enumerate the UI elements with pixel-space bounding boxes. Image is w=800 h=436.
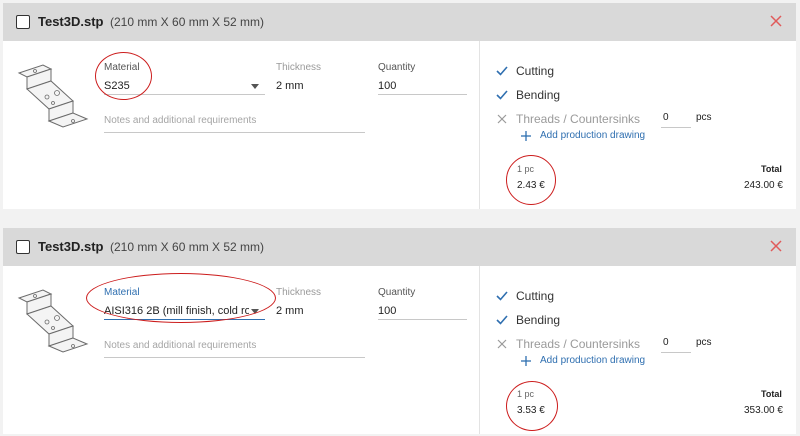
- quantity-input[interactable]: 100: [378, 80, 396, 92]
- threads-count-underline: [661, 127, 691, 128]
- chevron-down-icon[interactable]: [251, 309, 259, 314]
- total-label: Total: [761, 389, 782, 399]
- notes-input[interactable]: Notes and additional requirements: [104, 340, 256, 351]
- cross-icon[interactable]: [495, 112, 509, 126]
- option-bending[interactable]: Bending: [516, 88, 560, 102]
- check-icon[interactable]: [495, 313, 509, 327]
- quantity-label: Quantity: [378, 62, 416, 73]
- close-icon[interactable]: [766, 11, 786, 31]
- threads-count-input[interactable]: 0: [663, 112, 669, 123]
- total-price: 353.00 €: [744, 405, 783, 416]
- check-icon[interactable]: [495, 64, 509, 78]
- file-name: Test3D.stp: [38, 239, 104, 254]
- unit-price-label: 1 pc: [517, 164, 535, 174]
- part-dimensions: (210 mm X 60 mm X 52 mm): [110, 15, 265, 29]
- threads-count-input[interactable]: 0: [663, 337, 669, 348]
- check-icon[interactable]: [495, 88, 509, 102]
- card-header: Test3D.stp (210 mm X 60 mm X 52 mm): [3, 228, 796, 266]
- option-bending[interactable]: Bending: [516, 313, 560, 327]
- add-production-drawing-link[interactable]: Add production drawing: [540, 355, 645, 366]
- check-icon[interactable]: [495, 289, 509, 303]
- thickness-label: Thickness: [276, 62, 322, 73]
- file-name: Test3D.stp: [38, 14, 104, 29]
- unit-price: 3.53 €: [517, 405, 545, 416]
- material-label: Material: [104, 62, 140, 73]
- quantity-underline: [378, 319, 467, 320]
- material-underline: [104, 94, 265, 95]
- quantity-underline: [378, 94, 467, 95]
- part-card: Test3D.stp (210 mm X 60 mm X 52 mm) Mate…: [3, 228, 796, 434]
- threads-unit: pcs: [696, 337, 712, 348]
- chevron-down-icon[interactable]: [251, 84, 259, 89]
- select-checkbox[interactable]: [16, 240, 30, 254]
- part-dimensions: (210 mm X 60 mm X 52 mm): [110, 240, 265, 254]
- quantity-label: Quantity: [378, 287, 416, 298]
- notes-underline: [104, 357, 365, 358]
- select-checkbox[interactable]: [16, 15, 30, 29]
- add-production-drawing-link[interactable]: Add production drawing: [540, 130, 645, 141]
- unit-price: 2.43 €: [517, 180, 545, 191]
- thickness-value: 2 mm: [276, 80, 304, 92]
- option-threads[interactable]: Threads / Countersinks: [516, 337, 640, 351]
- material-label: Material: [104, 287, 140, 298]
- threads-count-underline: [661, 352, 691, 353]
- thickness-label: Thickness: [276, 287, 322, 298]
- part-thumbnail-icon: [17, 64, 89, 128]
- thickness-value: 2 mm: [276, 305, 304, 317]
- unit-price-label: 1 pc: [517, 389, 535, 399]
- cross-icon[interactable]: [495, 337, 509, 351]
- total-price: 243.00 €: [744, 180, 783, 191]
- card-header: Test3D.stp (210 mm X 60 mm X 52 mm): [3, 3, 796, 41]
- part-card: Test3D.stp (210 mm X 60 mm X 52 mm) Mate…: [3, 3, 796, 209]
- plus-icon[interactable]: [520, 355, 532, 367]
- total-label: Total: [761, 164, 782, 174]
- plus-icon[interactable]: [520, 130, 532, 142]
- material-underline: [104, 319, 265, 320]
- option-threads[interactable]: Threads / Countersinks: [516, 112, 640, 126]
- notes-input[interactable]: Notes and additional requirements: [104, 115, 256, 126]
- close-icon[interactable]: [766, 236, 786, 256]
- material-select[interactable]: S235: [104, 80, 249, 92]
- quantity-input[interactable]: 100: [378, 305, 396, 317]
- column-divider: [479, 41, 480, 209]
- material-select[interactable]: AISI316 2B (mill finish, cold roll: [104, 305, 249, 317]
- option-cutting[interactable]: Cutting: [516, 64, 554, 78]
- notes-underline: [104, 132, 365, 133]
- column-divider: [479, 266, 480, 434]
- part-thumbnail-icon: [17, 289, 89, 353]
- threads-unit: pcs: [696, 112, 712, 123]
- option-cutting[interactable]: Cutting: [516, 289, 554, 303]
